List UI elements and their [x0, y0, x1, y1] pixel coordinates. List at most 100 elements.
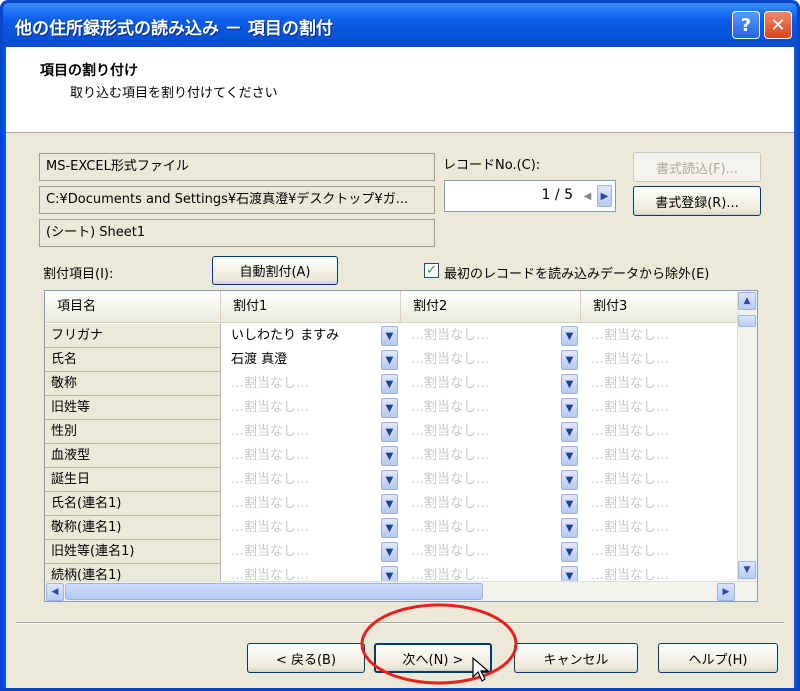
assign-cell[interactable]: …割当なし… — [581, 372, 721, 396]
sheet-name-field: (シート) Sheet1 — [39, 219, 435, 247]
assign-cell[interactable]: …割当なし… — [221, 516, 381, 540]
chevron-down-icon[interactable]: ▼ — [561, 374, 578, 394]
dialog-body: 項目の割り付け 取り込む項目を割り付けてください MS-EXCEL形式ファイル … — [6, 47, 794, 688]
assign-cell[interactable]: …割当なし… — [221, 492, 381, 516]
row-label: フリガナ — [45, 324, 221, 348]
row-label: 血液型 — [45, 444, 221, 468]
chevron-down-icon[interactable]: ▼ — [381, 542, 398, 562]
record-number-label: レコードNo.(C): — [443, 158, 541, 173]
chevron-down-icon[interactable]: ▼ — [381, 398, 398, 418]
assign-cell[interactable]: …割当なし… — [221, 540, 381, 564]
chevron-down-icon[interactable]: ▼ — [561, 542, 578, 562]
chevron-down-icon[interactable]: ▼ — [381, 494, 398, 514]
horizontal-scroll-thumb[interactable] — [65, 583, 483, 600]
row-label: 氏名(連名1) — [45, 492, 221, 516]
help-title-button[interactable]: ? — [732, 11, 760, 39]
assign-cell[interactable]: …割当なし… — [221, 420, 381, 444]
assign-cell[interactable]: …割当なし… — [221, 396, 381, 420]
next-record-arrow-icon[interactable]: ▶ — [597, 185, 612, 207]
record-position: 1 / 5 — [541, 187, 573, 203]
auto-assign-button[interactable]: 自動割付(A) — [212, 256, 338, 285]
scroll-left-icon[interactable]: ◀ — [46, 583, 64, 601]
mouse-pointer-icon — [472, 657, 490, 682]
scroll-right-icon[interactable]: ▶ — [717, 583, 735, 601]
assign-cell[interactable]: …割当なし… — [401, 516, 561, 540]
chevron-down-icon[interactable]: ▼ — [561, 398, 578, 418]
chevron-down-icon[interactable]: ▼ — [381, 350, 398, 370]
assign-cell[interactable]: …割当なし… — [401, 444, 561, 468]
chevron-down-icon[interactable]: ▼ — [561, 446, 578, 466]
chevron-down-icon[interactable]: ▼ — [561, 518, 578, 538]
assign-cell[interactable]: …割当なし… — [401, 420, 561, 444]
assign-cell[interactable]: …割当なし… — [581, 324, 721, 348]
assign-cell[interactable]: …割当なし… — [581, 468, 721, 492]
back-button[interactable]: < 戻る(B) — [247, 643, 365, 673]
chevron-down-icon[interactable]: ▼ — [561, 470, 578, 490]
assign-cell[interactable]: …割当なし… — [581, 540, 721, 564]
assign-cell[interactable]: 石渡 真澄 — [221, 348, 381, 372]
assign-cell[interactable]: いしわたり ますみ — [221, 324, 381, 348]
vertical-scrollbar[interactable]: ▲ ▼ — [737, 291, 757, 581]
assign-cell[interactable]: …割当なし… — [401, 324, 561, 348]
format-register-button[interactable]: 書式登録(R)... — [633, 186, 761, 216]
previous-record-arrow-icon[interactable]: ◀ — [580, 185, 595, 207]
exclude-first-record-label: 最初のレコードを読み込みデータから除外(E) — [444, 267, 710, 282]
scroll-thumb[interactable] — [738, 315, 756, 327]
record-number-spinner[interactable]: 1 / 5 ◀ ▶ — [444, 180, 616, 212]
window-title: 他の住所録形式の読み込み － 項目の割付 — [15, 19, 333, 39]
assign-cell[interactable]: …割当なし… — [581, 492, 721, 516]
column-header-assign-1: 割付1 — [221, 291, 401, 323]
scroll-down-icon[interactable]: ▼ — [738, 561, 756, 579]
chevron-down-icon[interactable]: ▼ — [561, 494, 578, 514]
assign-cell[interactable]: …割当なし… — [221, 372, 381, 396]
row-label: 敬称 — [45, 372, 221, 396]
column-header-assign-2: 割付2 — [401, 291, 581, 323]
column-header-assign-3: 割付3 — [581, 291, 741, 323]
assign-cell[interactable]: …割当なし… — [401, 396, 561, 420]
cancel-button[interactable]: キャンセル — [514, 643, 638, 673]
header-panel: 項目の割り付け 取り込む項目を割り付けてください — [6, 47, 794, 133]
page-subtitle: 取り込む項目を割り付けてください — [70, 86, 278, 101]
chevron-down-icon[interactable]: ▼ — [381, 374, 398, 394]
horizontal-scrollbar[interactable]: ◀ ▶ — [45, 581, 757, 601]
source-path-field: C:¥Documents and Settings¥石渡真澄¥デスクトップ¥ガ.… — [39, 186, 435, 214]
grid-header: 項目名 割付1 割付2 割付3 — [45, 291, 741, 323]
chevron-down-icon[interactable]: ▼ — [381, 326, 398, 346]
assign-cell[interactable]: …割当なし… — [221, 444, 381, 468]
assign-cell[interactable]: …割当なし… — [221, 468, 381, 492]
highlight-ellipse — [360, 603, 518, 685]
assign-cell[interactable]: …割当なし… — [581, 516, 721, 540]
chevron-down-icon[interactable]: ▼ — [561, 422, 578, 442]
assign-cell[interactable]: …割当なし… — [581, 348, 721, 372]
row-label: 氏名 — [45, 348, 221, 372]
assign-cell[interactable]: …割当なし… — [581, 396, 721, 420]
row-label: 旧姓等(連名1) — [45, 540, 221, 564]
assign-cell[interactable]: …割当なし… — [401, 540, 561, 564]
row-label: 性別 — [45, 420, 221, 444]
assignment-grid[interactable]: 項目名 割付1 割付2 割付3 フリガナ いしわたり ますみ ▼ …割当なし… ▼ …割当… — [44, 290, 758, 602]
page-title: 項目の割り付け — [40, 63, 138, 79]
exclude-first-record-checkbox[interactable]: ✓ — [424, 263, 439, 278]
assign-cell[interactable]: …割当なし… — [401, 372, 561, 396]
chevron-down-icon[interactable]: ▼ — [561, 326, 578, 346]
chevron-down-icon[interactable]: ▼ — [561, 350, 578, 370]
close-button[interactable]: ✕ — [764, 11, 792, 39]
assign-cell[interactable]: …割当なし… — [401, 492, 561, 516]
chevron-down-icon[interactable]: ▼ — [381, 470, 398, 490]
dialog-window: 他の住所録形式の読み込み － 項目の割付 ? ✕ 項目の割り付け 取り込む項目を… — [0, 0, 800, 691]
format-load-button[interactable]: 書式読込(F)... — [633, 152, 761, 182]
column-header-item-name: 項目名 — [45, 291, 221, 323]
row-label: 旧姓等 — [45, 396, 221, 420]
chevron-down-icon[interactable]: ▼ — [381, 446, 398, 466]
source-format-field: MS-EXCEL形式ファイル — [39, 153, 435, 181]
assign-items-label: 割付項目(I): — [43, 267, 114, 282]
title-bar[interactable]: 他の住所録形式の読み込み － 項目の割付 ? ✕ — [3, 3, 797, 47]
assign-cell[interactable]: …割当なし… — [581, 444, 721, 468]
help-button[interactable]: ヘルプ(H) — [658, 643, 778, 673]
assign-cell[interactable]: …割当なし… — [401, 348, 561, 372]
scroll-up-icon[interactable]: ▲ — [738, 292, 756, 310]
chevron-down-icon[interactable]: ▼ — [381, 518, 398, 538]
chevron-down-icon[interactable]: ▼ — [381, 422, 398, 442]
assign-cell[interactable]: …割当なし… — [581, 420, 721, 444]
assign-cell[interactable]: …割当なし… — [401, 468, 561, 492]
